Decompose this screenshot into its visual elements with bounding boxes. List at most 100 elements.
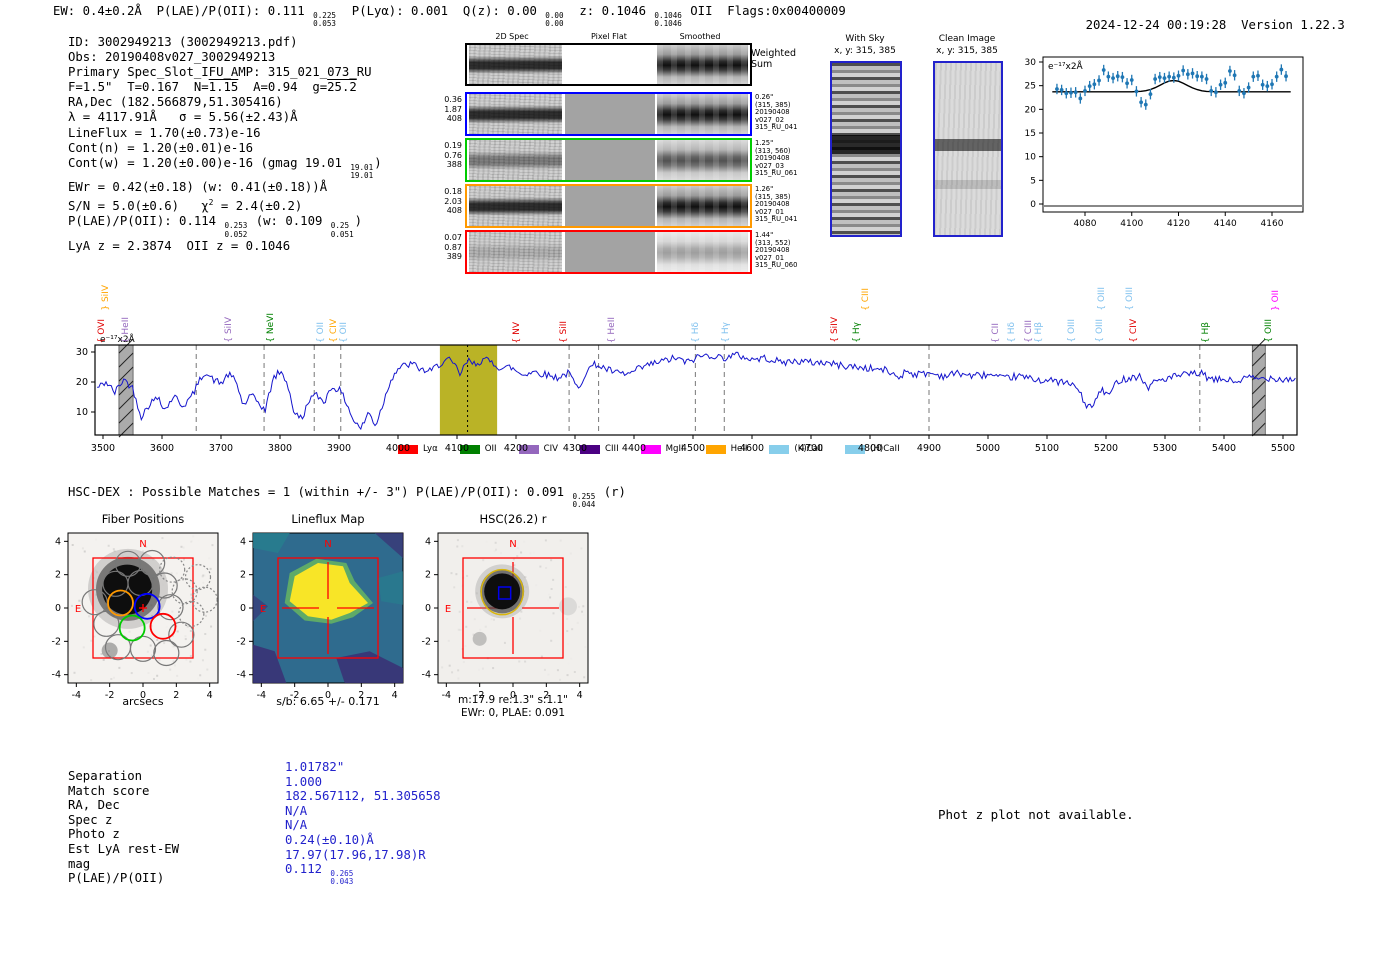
svg-text:4: 4	[425, 536, 431, 547]
detection-info-line: S/N = 5.0(±0.6) χ2 = 2.4(±0.2)	[68, 195, 382, 214]
svg-text:4160: 4160	[1261, 219, 1284, 229]
spectrum-trace	[97, 352, 1295, 429]
svg-text:N: N	[509, 539, 516, 550]
fiber-smoothed-image	[657, 140, 748, 180]
hsc-image-cutout: NE-4-4-2-2002244	[422, 533, 588, 701]
weighted-sum-label: Weighted Sum	[751, 48, 796, 70]
spectral-line-label: { OVI	[97, 319, 107, 343]
fiber-row-id: 1.44" (313, 552) 20190408 v027_01 315_RU…	[755, 232, 797, 270]
detection-info-line: ID: 3002949213 (3002949213.pdf)	[68, 35, 382, 50]
svg-text:-4: -4	[237, 670, 246, 681]
col-header-smoothed: Smoothed	[655, 32, 745, 41]
detection-info-line: EWr = 0.42(±0.18) (w: 0.41(±0.18))Å	[68, 180, 382, 195]
svg-text:E: E	[75, 604, 81, 615]
fiber-pixelflat-image	[565, 186, 655, 226]
match-table-value: N/A	[285, 818, 440, 833]
weighted-smoothed-image	[657, 45, 748, 84]
spectral-line-label: { OIII	[1125, 287, 1135, 311]
fiber-row-weights: 0.36 1.87 408	[444, 95, 462, 124]
svg-text:30: 30	[76, 347, 88, 358]
spectral-line-label: { Hβ	[1034, 322, 1044, 343]
detection-info-line: LineFlux = 1.70(±0.73)e-16	[68, 126, 382, 141]
match-table-label: Est LyA rest-EW	[68, 842, 179, 857]
legend-swatch	[706, 445, 726, 454]
lineflux-map-caption: s/b: 6.65 +/- 0.171	[238, 695, 418, 708]
spectral-line-label: { OIII	[1067, 319, 1077, 343]
weighted-sum-row	[465, 43, 752, 86]
svg-text:10: 10	[76, 407, 88, 418]
svg-text:4140: 4140	[1214, 219, 1237, 229]
svg-text:3700: 3700	[209, 443, 233, 454]
spectral-line-label: { Hβ	[1201, 322, 1211, 343]
fiber-positions-title: Fiber Positions	[68, 512, 218, 526]
svg-text:0: 0	[1030, 200, 1036, 210]
spectral-line-label: { Hδ	[1007, 322, 1017, 343]
detection-info-line: LyA z = 2.3874 OII z = 0.1046	[68, 239, 382, 254]
emission-line-highlight-band	[440, 345, 497, 435]
spectral-line-label: { OIII	[1095, 319, 1105, 343]
fiber-row-weights: 0.07 0.87 389	[444, 233, 462, 262]
legend-label: MgII	[666, 444, 684, 454]
legend-swatch	[641, 445, 661, 454]
match-table-value: 17.97(17.96,17.98)R	[285, 848, 440, 863]
fiber-2dspec-image	[469, 186, 562, 226]
fiber-pixelflat-image	[565, 140, 655, 180]
svg-text:5: 5	[1030, 176, 1036, 186]
svg-text:15: 15	[1025, 129, 1036, 139]
spectral-line-label: } OII	[1271, 290, 1281, 311]
fiber-spec-row: 0.18 2.03 408 1.26" (315, 385) 20190408 …	[465, 184, 752, 228]
spectral-line-label: { NV	[512, 322, 522, 343]
svg-text:-2: -2	[52, 636, 61, 647]
detection-info-line: Cont(n) = 1.20(±0.01)e-16	[68, 141, 382, 156]
svg-text:N: N	[139, 539, 146, 550]
detection-info-line: RA,Dec (182.566879,51.305416)	[68, 95, 382, 110]
clean-image-coords: x, y: 315, 385	[917, 46, 1017, 56]
spectral-line-label: { Hγ	[852, 322, 862, 343]
spectral-line-label: { CIII	[861, 288, 871, 311]
svg-text:25: 25	[1025, 82, 1036, 92]
selected-fiber-circle	[135, 594, 160, 619]
svg-text:4900: 4900	[917, 443, 941, 454]
hsc-caption-2: EWr: 0, PLAE: 0.091	[423, 707, 603, 719]
legend-label: Lyα	[423, 444, 438, 454]
svg-text:5400: 5400	[1212, 443, 1236, 454]
extraction-region-box	[278, 558, 378, 658]
svg-text:-2: -2	[237, 636, 246, 647]
svg-text:5200: 5200	[1094, 443, 1118, 454]
spectral-line-label: { SiII	[559, 321, 569, 343]
fiber-smoothed-image	[657, 186, 748, 226]
svg-text:E: E	[445, 604, 451, 615]
clean-image	[933, 61, 1003, 237]
legend-item: MgII	[641, 444, 684, 454]
fiber-row-id: 1.25" (313, 560) 20190408 v027_03 315_RU…	[755, 140, 797, 178]
extraction-region-box	[93, 558, 193, 658]
fiber-row-weights: 0.19 0.76 388	[444, 141, 462, 170]
spectral-line-label: { CII	[991, 323, 1001, 343]
legend-item: OII	[460, 444, 497, 454]
fiber-smoothed-image	[657, 94, 748, 134]
match-table-value: 0.24(±0.10)Å	[285, 833, 440, 848]
detection-info-line: F=1.5" T=0.167 N=1.15 A=0.94 g=25.2	[68, 80, 382, 95]
legend-item: HeII	[706, 444, 748, 454]
lineflux-map-cutout: NE-4-4-2-2002244	[237, 533, 403, 701]
fiber-positions-xlabel: arcsecs	[68, 695, 218, 708]
svg-text:3900: 3900	[327, 443, 351, 454]
selected-fiber-circle	[120, 616, 145, 641]
match-table-values: 1.01782"1.000182.567112, 51.305658N/AN/A…	[285, 760, 440, 887]
legend-swatch	[519, 445, 539, 454]
legend-item: (K)CaII	[769, 444, 823, 454]
spectral-line-label: { OII	[339, 322, 349, 343]
svg-text:N: N	[324, 539, 331, 550]
with-sky-title: With Sky	[815, 34, 915, 44]
fiber-spec-row: 0.07 0.87 389 1.44" (313, 552) 20190408 …	[465, 230, 752, 274]
spectral-line-label: { OII	[316, 322, 326, 343]
fiber-spec-rows: 0.36 1.87 408 0.26" (315, 385) 20190408 …	[465, 92, 752, 276]
match-table-label: RA, Dec	[68, 798, 179, 813]
legend-swatch	[769, 445, 789, 454]
match-table-value: 0.112 0.2650.043	[285, 862, 440, 886]
fiber-row-weights: 0.18 2.03 408	[444, 187, 462, 216]
svg-text:4100: 4100	[1120, 219, 1143, 229]
with-sky-image	[830, 61, 902, 237]
hsc-cutout-title: HSC(26.2) r	[438, 512, 588, 526]
svg-text:0: 0	[55, 603, 61, 614]
